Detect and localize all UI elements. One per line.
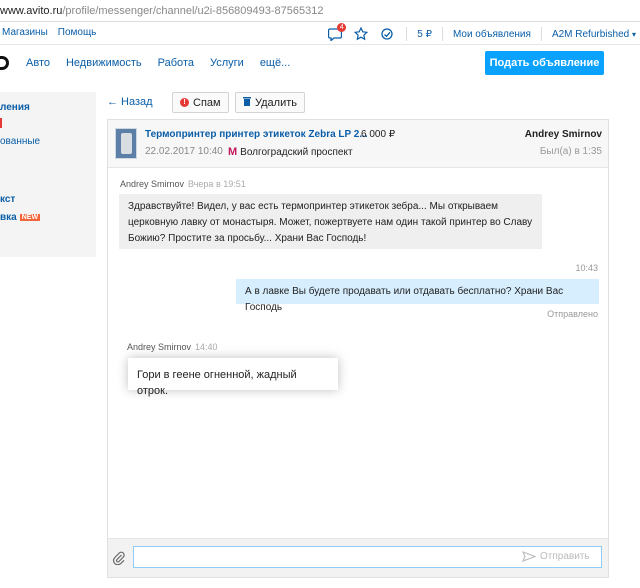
author-name: Andrey Smirnov [120,179,185,189]
sidebar-item-favorites[interactable]: ованные [0,136,40,147]
message-author: Andrey Smirnov 14:40 [127,342,218,352]
metro-icon: M [228,146,238,158]
outgoing-message: А в лавке Вы будете продавать или отдава… [236,279,599,313]
account-menu[interactable]: A2M Refurbished ▾ [552,29,636,40]
sidebar-item-marker [0,118,2,128]
divider [540,27,542,41]
chat-panel: Термопринтер принтер этикеток Zebra LP 2… [107,119,609,578]
divider [406,27,408,41]
post-ad-button[interactable]: Подать объявление [485,51,604,75]
message-time: 10:43 [575,263,598,273]
trash-icon [243,96,251,109]
stores-link[interactable]: Магазины [2,27,48,38]
url-path: /profile/messenger/channel/u2i-856809493… [62,4,324,17]
service-bar: Магазины Помощь 4 5 ₽ Мои объявления A2M… [0,23,640,45]
incoming-message: Гори в геене огненной, жадный отрок. [128,358,338,397]
nav-realty[interactable]: Недвижимость [66,57,142,69]
chevron-down-icon: ▾ [631,29,636,39]
incoming-message: Здравствуйте! Видел, у вас есть термопри… [119,194,542,249]
compose-bar: Отправить [108,538,608,577]
address-bar[interactable]: www.avito.ru/profile/messenger/channel/u… [0,0,640,22]
favorites-star-icon[interactable] [353,26,369,42]
sidebar-item-contacts[interactable]: кст [0,194,15,205]
listing-title[interactable]: Термопринтер принтер этикеток Zebra LP 2… [145,129,368,140]
message-author: Andrey Smirnov Вчера в 19:51 [120,179,246,189]
nav-auto[interactable]: Авто [26,57,50,69]
message-status: Отправлено [547,309,598,319]
listing-price: 6 000 ₽ [361,129,396,140]
delete-label: Удалить [255,96,297,109]
metro-station-name: Волгоградский проспект [240,146,353,158]
delete-button[interactable]: Удалить [235,92,305,113]
listing-header: Термопринтер принтер этикеток Zebra LP 2… [108,120,608,168]
interlocutor-name[interactable]: Andrey Smirnov [525,129,602,140]
metro-station: M Волгоградский проспект [228,146,353,158]
message-time: Вчера в 19:51 [188,179,246,189]
back-link[interactable]: ← Назад [107,96,153,108]
alert-icon: ! [180,98,189,107]
account-name: A2M Refurbished [551,28,630,40]
wallet-link[interactable]: 5 ₽ [417,29,432,40]
main-navigation: Авто Недвижимость Работа Услуги ещё... П… [0,46,640,82]
new-badge: NEW [19,214,41,221]
spam-button[interactable]: ! Спам [172,92,229,113]
nav-more[interactable]: ещё... [260,57,290,69]
send-label: Отправить [540,551,590,562]
divider [441,27,443,41]
nav-jobs[interactable]: Работа [158,57,194,69]
sidebar-item-label: вка [0,212,17,223]
message-time: 14:40 [195,342,218,352]
profile-sidebar: ления ованные кст вка NEW [0,92,96,257]
spam-label: Спам [193,96,221,109]
url-host: www.avito.ru [0,4,63,17]
messages-icon[interactable]: 4 [327,23,347,42]
send-button[interactable]: Отправить [522,551,590,562]
my-ads-link[interactable]: Мои объявления [453,29,531,40]
send-icon [522,551,536,562]
notifications-badge: 4 [337,23,347,32]
avito-logo[interactable] [0,56,9,70]
last-seen: Был(а) в 1:35 [539,146,602,157]
author-name: Andrey Smirnov [127,342,192,352]
listing-date: 22.02.2017 10:40 [145,146,223,157]
sidebar-item-delivery[interactable]: вка NEW [0,212,41,223]
listing-thumbnail[interactable] [115,128,137,159]
search-subscriptions-icon[interactable] [379,26,395,42]
nav-services[interactable]: Услуги [210,57,244,69]
help-link[interactable]: Помощь [58,27,97,38]
sidebar-item-ads[interactable]: ления [0,102,30,113]
paperclip-icon[interactable] [112,551,125,568]
